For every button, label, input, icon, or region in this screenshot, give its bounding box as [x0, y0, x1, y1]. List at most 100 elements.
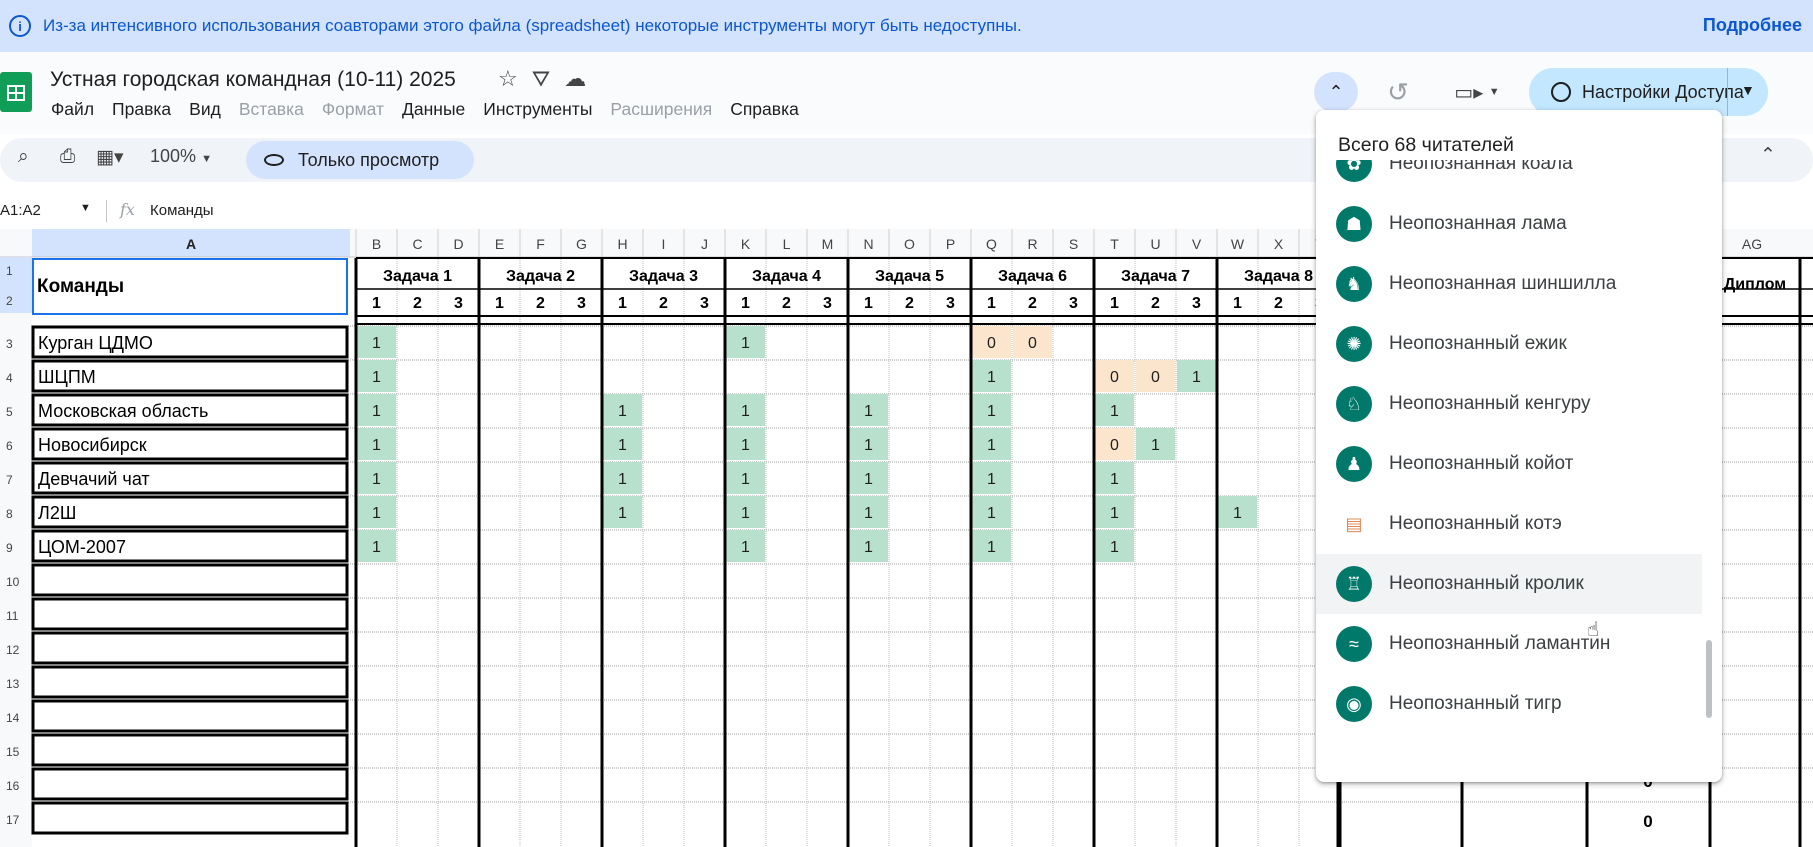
rabbit-icon: ♖ — [1336, 566, 1372, 602]
viewer-name: Неопознанный ламантин — [1389, 633, 1611, 654]
share-dropdown-icon[interactable]: ▼ — [1741, 82, 1755, 98]
column-header-letter: L — [783, 236, 791, 252]
header-commands: Команды — [37, 276, 124, 297]
score-value: 1 — [741, 539, 750, 556]
task-header: Задача 6 — [998, 268, 1067, 285]
row-number: 5 — [6, 405, 13, 419]
cloud-status-icon[interactable]: ☁ — [564, 66, 586, 92]
column-header-letter: H — [617, 236, 627, 252]
team-cell-border — [31, 699, 349, 733]
share-button[interactable]: Настройки Доступа ▼ — [1529, 68, 1768, 116]
row-number: 4 — [6, 371, 13, 385]
move-to-drive-icon[interactable]: ⛛ — [532, 66, 550, 92]
subtask-header: 2 — [1151, 295, 1160, 312]
view-only-button[interactable]: Только просмотр — [246, 141, 474, 179]
column-header-letter: W — [1231, 236, 1245, 252]
sheets-logo-icon[interactable] — [0, 72, 32, 112]
paint-format-icon[interactable]: ▦▾ — [96, 146, 124, 169]
task-header: Задача 4 — [752, 268, 821, 285]
name-box[interactable]: A1:A2 — [0, 202, 41, 219]
viewer-item[interactable]: ≈ Неопознанный ламантин — [1316, 614, 1702, 674]
name-box-dropdown-icon[interactable]: ▼ — [80, 202, 91, 214]
viewer-item[interactable]: ◉ Неопознанный тигр — [1316, 674, 1702, 734]
row-number: 12 — [6, 643, 20, 657]
score-value: 1 — [987, 471, 996, 488]
score-value: 1 — [987, 403, 996, 420]
print-icon[interactable]: ⎙ — [60, 146, 75, 168]
score-value: 1 — [372, 539, 381, 556]
row-number: 17 — [6, 813, 20, 827]
column-header-letter: K — [741, 236, 751, 252]
team-cell-border — [31, 665, 349, 699]
coyote-icon: ♟ — [1336, 446, 1372, 482]
viewer-item[interactable]: ▤ Неопознанный котэ — [1316, 494, 1702, 554]
score-value: 0 — [987, 335, 996, 352]
score-value: 0 — [1028, 335, 1037, 352]
version-history-icon[interactable]: ↺ — [1378, 72, 1418, 112]
tiger-icon: ◉ — [1336, 686, 1372, 722]
document-title[interactable]: Устная городская командная (10-11) 2025 — [50, 68, 456, 92]
column-header-letter: F — [536, 236, 545, 252]
score-value: 1 — [864, 437, 873, 454]
score-value: 1 — [864, 539, 873, 556]
score-value: 1 — [864, 505, 873, 522]
learn-more-link[interactable]: Подробнее — [1703, 15, 1802, 36]
team-name: ЦОМ-2007 — [38, 537, 126, 557]
menu-item[interactable]: Файл — [51, 99, 94, 120]
formula-value[interactable]: Команды — [150, 202, 214, 219]
viewer-item[interactable]: ✿ Неопознанная коала — [1316, 160, 1702, 194]
nyancat-icon: ▤ — [1336, 506, 1372, 542]
score-value: 1 — [741, 471, 750, 488]
score-value: 1 — [987, 437, 996, 454]
star-icon[interactable]: ☆ — [498, 66, 518, 92]
column-header-letter: I — [662, 236, 666, 252]
team-cell-border — [31, 563, 349, 597]
menu-item[interactable]: Данные — [402, 99, 465, 120]
menu-item[interactable]: Инструменты — [483, 99, 592, 120]
column-header-letter: N — [863, 236, 873, 252]
viewer-name: Неопознанный койот — [1389, 453, 1574, 474]
viewer-item[interactable]: ♘ Неопознанный кенгуру — [1316, 374, 1702, 434]
row-number: 9 — [6, 541, 13, 555]
subtask-header: 1 — [1110, 295, 1119, 312]
viewer-item[interactable]: ✺ Неопознанный ежик — [1316, 314, 1702, 374]
view-only-label: Только просмотр — [298, 149, 440, 170]
score-value: 1 — [372, 403, 381, 420]
column-header-letter: R — [1027, 236, 1037, 252]
subtask-header: 1 — [372, 295, 381, 312]
zoom-select[interactable]: 100% ▼ — [150, 146, 212, 167]
collapse-toolbar-icon[interactable]: ⌃ — [1760, 144, 1776, 167]
score-value: 1 — [1192, 369, 1201, 386]
column-header-letter: Q — [986, 236, 997, 252]
row-number: 14 — [6, 711, 20, 725]
viewer-item[interactable]: ☗ Неопознанная лама — [1316, 194, 1702, 254]
menu-item[interactable]: Правка — [112, 99, 171, 120]
banner-message: Из-за интенсивного использования соавтор… — [43, 16, 1022, 35]
column-header-letter: X — [1274, 236, 1284, 252]
search-icon[interactable]: ⌕ — [18, 146, 29, 168]
viewer-item[interactable]: ♞ Неопознанная шиншилла — [1316, 254, 1702, 314]
viewer-item[interactable]: ♟ Неопознанный койот — [1316, 434, 1702, 494]
team-name: Л2Ш — [38, 503, 76, 523]
viewer-item[interactable]: ♖ Неопознанный кролик — [1316, 554, 1702, 614]
subtask-header: 2 — [782, 295, 791, 312]
popup-scrollbar[interactable] — [1706, 640, 1712, 718]
meet-button[interactable]: ▭▸ ▼ — [1448, 72, 1506, 112]
menu-item[interactable]: Справка — [730, 99, 799, 120]
column-header-letter: T — [1110, 236, 1119, 252]
subtask-header: 2 — [413, 295, 422, 312]
subtask-header: 3 — [700, 295, 709, 312]
task-header: Задача 1 — [383, 268, 452, 285]
menu-item[interactable]: Вид — [189, 99, 221, 120]
team-cell-border — [31, 801, 349, 835]
viewers-list[interactable]: ✿ Неопознанная коала ☗ Неопознанная лама ♞ Не… — [1316, 160, 1722, 772]
collapse-viewers-button[interactable]: ⌃ — [1314, 72, 1358, 112]
column-header-letter: J — [701, 236, 708, 252]
column-header-letter: E — [495, 236, 504, 252]
viewer-name: Неопознанный тигр — [1389, 693, 1562, 714]
row-number: 13 — [6, 677, 20, 691]
total-score: 0 — [1643, 812, 1652, 831]
viewer-name: Неопознанная шиншилла — [1389, 273, 1617, 294]
task-header: Задача 2 — [506, 268, 575, 285]
subtask-header: 1 — [618, 295, 627, 312]
